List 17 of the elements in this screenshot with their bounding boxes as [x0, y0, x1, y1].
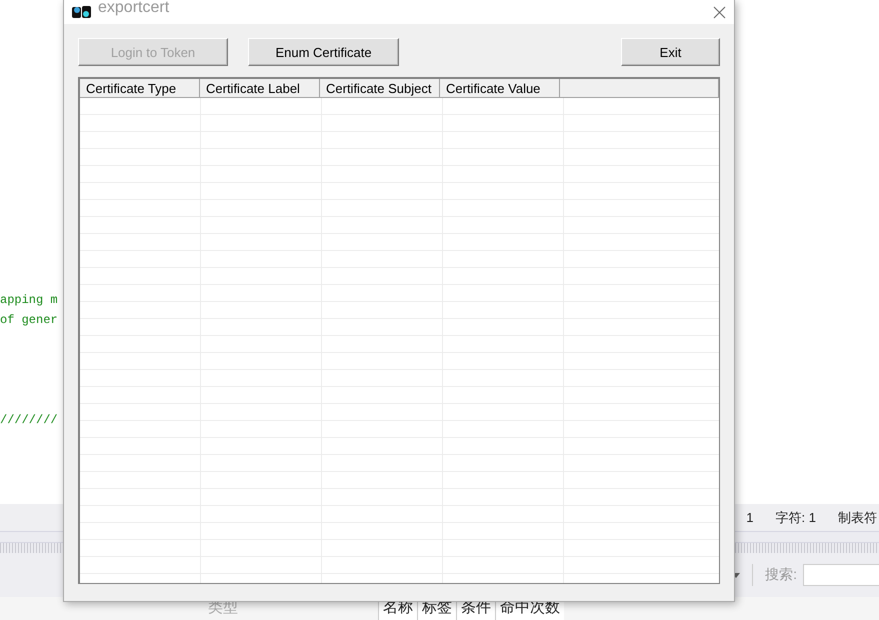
dialog-button[interactable]: Exit — [621, 38, 720, 66]
status-text: 1 — [746, 510, 754, 526]
app-icon — [72, 5, 92, 19]
code-line: apping m — [0, 292, 59, 309]
column-header[interactable]: Certificate Value — [440, 79, 560, 98]
column-header[interactable]: Certificate Type — [80, 79, 200, 98]
close-icon[interactable] — [713, 6, 726, 18]
search-field[interactable] — [803, 564, 879, 586]
search-label: 搜索: — [765, 566, 797, 584]
code-line: of gener — [0, 312, 59, 329]
column-header[interactable]: Certificate Label — [200, 79, 320, 98]
status-text: 字符: 1 — [776, 508, 816, 527]
dialog-button[interactable]: Enum Certificate — [248, 38, 399, 66]
status-text: 制表符 — [838, 508, 877, 527]
window-title: exportcert — [98, 0, 170, 16]
column-header[interactable]: Certificate Subject — [320, 79, 440, 98]
code-line: //////// — [0, 412, 59, 429]
